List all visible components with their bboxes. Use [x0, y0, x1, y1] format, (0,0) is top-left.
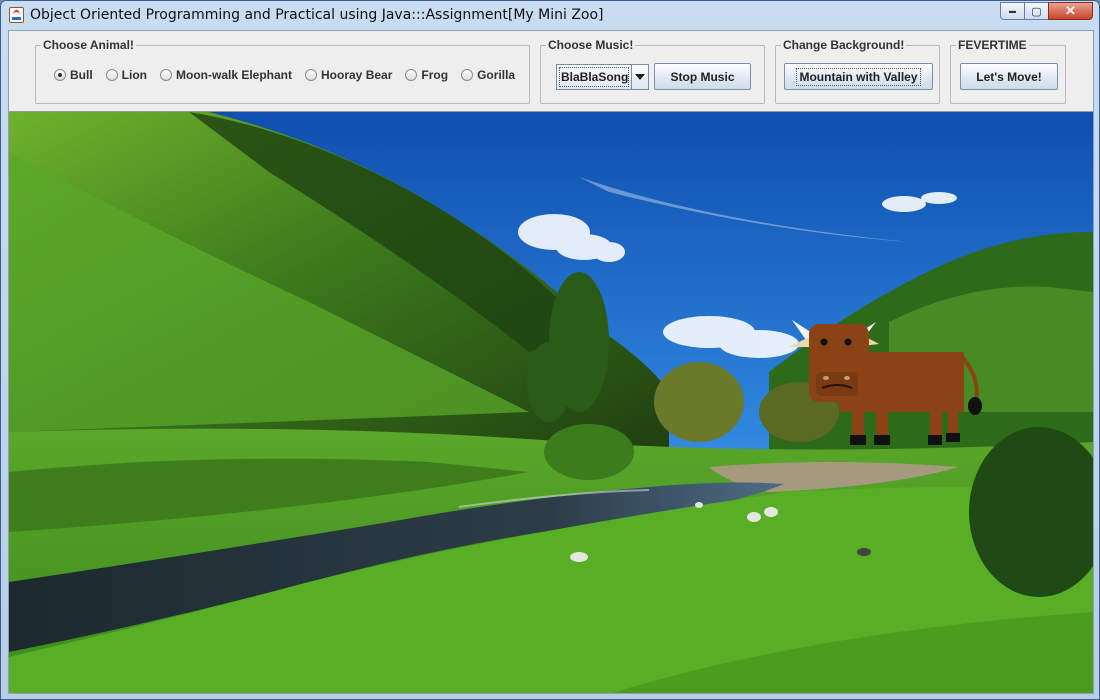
maximize-button[interactable]: ▢ [1024, 2, 1049, 20]
animal-radio-label: Frog [421, 68, 449, 82]
content-pane: Choose Animal! Bull Lion Moon-walk Elephan… [8, 30, 1094, 694]
zoo-scene[interactable] [9, 111, 1093, 693]
lets-move-button[interactable]: Let's Move! [960, 63, 1058, 90]
animal-radio-row: Bull Lion Moon-walk Elephant Hooray Bear Fro… [54, 68, 528, 82]
bull-eye-left [820, 338, 828, 346]
window-title: Object Oriented Programming and Practica… [30, 7, 604, 23]
animal-radio-lion[interactable]: Lion [105, 68, 147, 82]
radio-circle-icon[interactable] [405, 69, 418, 81]
background-group: Change Background! Mountain with Valley [775, 38, 940, 104]
fevertime-group-title: FEVERTIME [956, 38, 1029, 52]
app-window: Object Oriented Programming and Practica… [0, 0, 1100, 700]
close-button[interactable]: ✕ [1048, 2, 1093, 20]
radio-circle-icon[interactable] [305, 69, 318, 81]
bull-animal[interactable] [784, 302, 984, 452]
stop-music-button[interactable]: Stop Music [654, 63, 751, 90]
animal-radio-moon-walk-elephant[interactable]: Moon-walk Elephant [160, 68, 292, 82]
radio-circle-icon[interactable] [54, 69, 66, 81]
song-select[interactable]: BlaBlaSong [556, 64, 649, 90]
music-group: Choose Music! BlaBlaSong Stop Music [540, 38, 765, 104]
animal-radio-label: Gorilla [477, 68, 516, 82]
animal-radio-label: Lion [121, 68, 147, 82]
radio-circle-icon[interactable] [105, 69, 118, 81]
animal-radio-label: Moon-walk Elephant [176, 68, 293, 82]
animal-radio-bull[interactable]: Bull [54, 68, 93, 82]
animal-radio-hooray-bear[interactable]: Hooray Bear [305, 68, 392, 82]
animal-radio-label: Bull [70, 68, 93, 82]
radio-circle-icon[interactable] [160, 69, 172, 81]
title-bar[interactable]: Object Oriented Programming and Practica… [1, 1, 1099, 29]
animal-radio-label: Hooray Bear [321, 68, 393, 82]
animal-radio-frog[interactable]: Frog [405, 68, 448, 82]
window-controls: ▬ ▢ ✕ [1000, 2, 1093, 20]
animal-radio-gorilla[interactable]: Gorilla [461, 68, 515, 82]
java-app-icon [9, 7, 24, 23]
animal-group-title: Choose Animal! [41, 38, 136, 52]
chevron-down-icon[interactable] [631, 65, 648, 89]
animal-group: Choose Animal! Bull Lion Moon-walk Elephan… [35, 38, 530, 104]
background-button-label: Mountain with Valley [796, 67, 921, 86]
radio-circle-icon[interactable] [461, 69, 474, 81]
song-select-value: BlaBlaSong [559, 67, 630, 87]
music-group-title: Choose Music! [546, 38, 636, 52]
bull-eye-right [844, 338, 852, 346]
fevertime-group: FEVERTIME Let's Move! [950, 38, 1066, 104]
background-button[interactable]: Mountain with Valley [784, 63, 933, 90]
background-group-title: Change Background! [781, 38, 907, 52]
minimize-button[interactable]: ▬ [1000, 2, 1025, 20]
